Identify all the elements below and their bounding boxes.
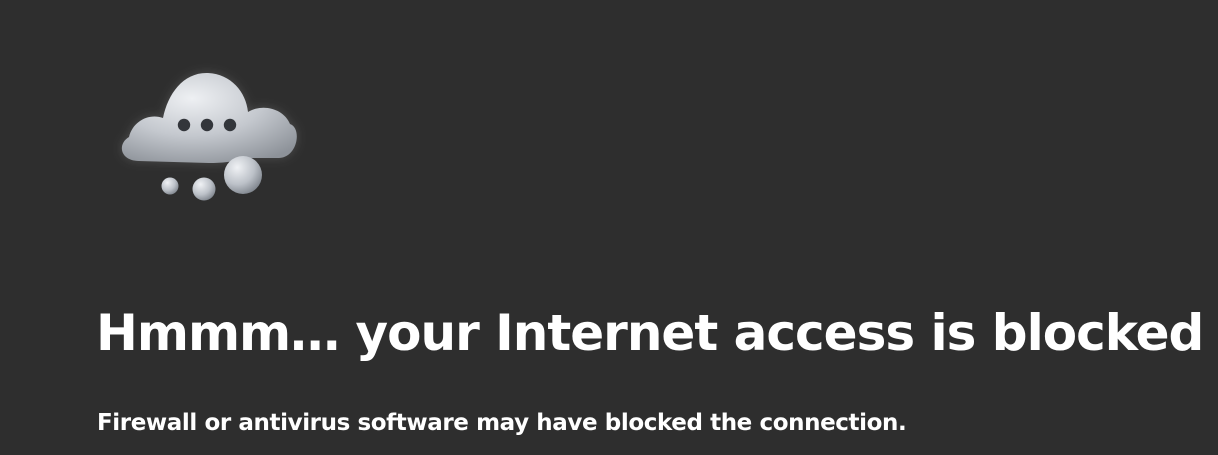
cloud-thinking-icon xyxy=(108,60,308,212)
error-page: Hmmm… your Internet access is blocked Fi… xyxy=(0,0,1218,455)
page-subtitle: Firewall or antivirus software may have … xyxy=(97,410,907,436)
page-title: Hmmm… your Internet access is blocked xyxy=(96,304,1204,362)
